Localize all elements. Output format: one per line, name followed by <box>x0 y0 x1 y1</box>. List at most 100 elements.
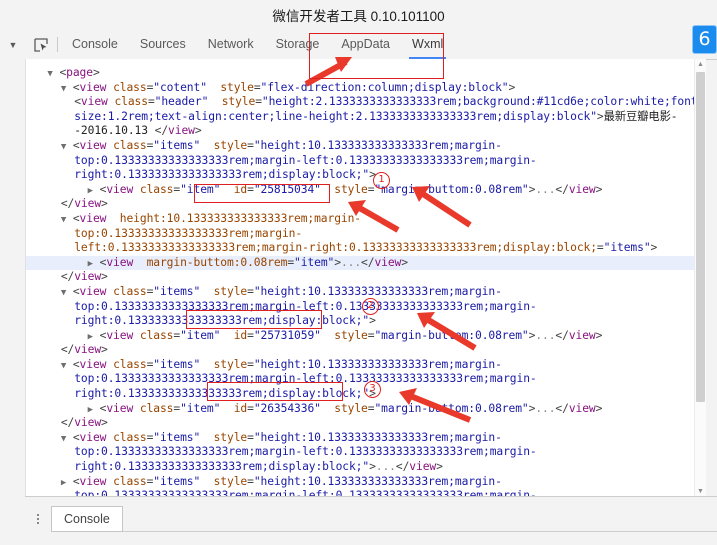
annotation-marker-3: 3 <box>364 381 381 398</box>
chevron-down-icon[interactable]: ▼ <box>0 30 26 59</box>
code-token-tag: view <box>79 430 107 444</box>
code-token-punc <box>200 475 213 488</box>
wxml-code-line[interactable]: </view> <box>26 343 706 358</box>
code-token-punc <box>321 402 334 415</box>
code-token-tag: view <box>568 328 596 342</box>
code-token-punc: </ <box>555 401 569 415</box>
code-token-punc: > <box>595 401 603 415</box>
wxml-code-line[interactable]: ▼ <view class="cotent" style="flex-direc… <box>26 81 706 96</box>
drawer-tab-console[interactable]: Console <box>51 506 123 532</box>
wxml-code-line[interactable]: -2016.10.13 </view> <box>26 124 706 139</box>
code-token-punc: = <box>247 284 254 298</box>
tab-network[interactable]: Network <box>197 30 265 59</box>
code-token-attrv: top:0.13333333333333333rem;margin-left:0… <box>74 153 537 167</box>
code-token-attrn: class <box>139 328 174 342</box>
wxml-code-line[interactable]: top:0.13333333333333333rem;margin- <box>26 227 706 242</box>
code-spacer <box>93 402 100 415</box>
code-token-attrn: height:10.133333333333333rem;margin- <box>119 211 362 225</box>
scrollbar-thumb[interactable] <box>696 72 705 402</box>
code-token-punc <box>208 95 221 108</box>
wxml-code-line[interactable]: top:0.13333333333333333rem;margin-left:0… <box>26 445 706 460</box>
code-token-tag: view <box>79 474 107 488</box>
code-token-attrv: "items" <box>153 430 201 444</box>
code-token-punc <box>220 329 233 342</box>
scroll-up-arrow-icon[interactable]: ▲ <box>695 59 706 70</box>
wxml-code-line[interactable]: right:0.13333333333333333rem;display:blo… <box>26 460 706 475</box>
code-token-attrn: class <box>114 95 148 109</box>
code-token-tag: view <box>79 138 107 152</box>
devtools-left-gutter <box>0 59 25 545</box>
wxml-code-line[interactable]: <view class="header" style="height:2.133… <box>26 95 706 110</box>
wxml-code-line[interactable]: ▼ <view height:10.133333333333333rem;mar… <box>26 212 706 227</box>
wxml-code-line[interactable]: </view> <box>26 197 706 212</box>
wxml-tree-panel[interactable]: ▼ <page> ▼ <view class="cotent" style="f… <box>25 59 706 497</box>
app-badge-icon[interactable]: 6 <box>692 25 717 54</box>
code-token-attrv: "header" <box>154 95 209 109</box>
code-token-punc: </ <box>60 416 75 430</box>
wxml-code-line[interactable]: ▶ <view class="item" id="26354336" style… <box>26 402 706 417</box>
code-token-attrn: style <box>221 95 256 109</box>
code-token-attrn: class <box>113 430 147 444</box>
wxml-code-line[interactable]: ▶ <view class="items" style="height:10.1… <box>26 475 706 490</box>
code-token-attrv: "flex-direction:column;display:block" <box>260 80 509 94</box>
code-token-tag: view <box>168 124 195 138</box>
wxml-code-line[interactable]: top:0.13333333333333333rem;margin-left:0… <box>26 154 706 169</box>
wxml-code-line[interactable]: left:0.13333333333333333rem;margin-right… <box>26 241 706 256</box>
code-token-punc: </ <box>395 460 410 474</box>
wxml-vertical-scrollbar[interactable]: ▲ ▼ <box>694 59 706 497</box>
code-token-punc <box>200 139 213 152</box>
code-token-punc: < <box>72 430 80 444</box>
wxml-code-line[interactable]: ▼ <view class="items" style="height:10.1… <box>26 139 706 154</box>
code-token-dots: ... <box>340 255 362 269</box>
code-token-punc: = <box>255 95 262 109</box>
wxml-code-line[interactable]: ▼ <view class="items" style="height:10.1… <box>26 285 706 300</box>
wxml-code-line[interactable]: ▶ <view class="item" id="25815034" style… <box>26 183 706 198</box>
wxml-code-line[interactable]: ▶ <view class="item" id="25731059" style… <box>26 329 706 344</box>
wxml-code-listing[interactable]: ▼ <page> ▼ <view class="cotent" style="f… <box>26 66 706 497</box>
code-token-attrv: "height:10.133333333333333rem;margin- <box>253 474 502 488</box>
wxml-code-line[interactable]: right:0.13333333333333333rem;display:blo… <box>26 314 706 329</box>
code-token-punc: </ <box>60 270 75 284</box>
code-token-attrn: style <box>213 284 248 298</box>
code-token-attrn: style <box>334 328 368 342</box>
code-token-attrv: top:0.13333333333333333rem;margin-left:0… <box>74 445 537 459</box>
wxml-code-line[interactable]: ▶ <view margin-buttom:0.08rem="item">...… <box>26 255 706 271</box>
code-token-tag: view <box>106 401 134 415</box>
code-token-attrv: "margin-buttom:0.08rem" <box>374 328 529 342</box>
wxml-code-line[interactable]: right:0.13333333333333333rem;display:blo… <box>26 168 706 183</box>
code-token-attrv: "height:2.1333333333333333rem;background… <box>261 95 705 109</box>
code-spacer <box>66 212 73 225</box>
tab-sources[interactable]: Sources <box>129 30 197 59</box>
wxml-code-line[interactable]: size:1.2rem;text-align:center;line-heigh… <box>26 110 706 125</box>
element-picker-icon[interactable] <box>26 30 56 59</box>
code-token-attrn: style <box>213 357 248 371</box>
wxml-code-line[interactable]: </view> <box>26 416 706 431</box>
code-token-punc: </ <box>60 343 75 357</box>
code-token-tag: view <box>74 343 102 357</box>
code-token-punc <box>207 81 220 94</box>
code-token-punc: > <box>596 109 604 123</box>
devtools-drawer: Console <box>25 496 717 545</box>
wxml-code-line[interactable]: ▼ <view class="items" style="height:10.1… <box>26 358 706 373</box>
wxml-code-line[interactable]: ▼ <view class="items" style="height:10.1… <box>26 431 706 446</box>
code-token-attrv: "height:10.133333333333333rem;margin- <box>253 430 502 444</box>
code-token-punc: = <box>247 430 254 444</box>
more-vertical-icon[interactable] <box>25 506 51 532</box>
code-token-punc: > <box>334 255 341 269</box>
wxml-code-line[interactable]: </view> <box>26 270 706 285</box>
code-token-punc <box>200 431 213 444</box>
code-spacer <box>66 358 73 371</box>
tab-console[interactable]: Console <box>61 30 129 59</box>
code-token-attrn: left:0.13333333333333333rem;margin-right… <box>74 241 597 255</box>
code-token-punc: = <box>147 95 155 109</box>
